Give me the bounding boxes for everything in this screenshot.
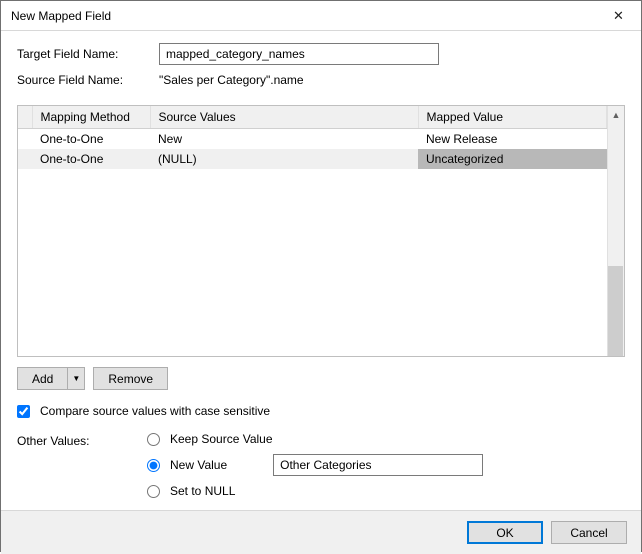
cell-mapped-value: Uncategorized bbox=[418, 149, 607, 169]
add-button-label: Add bbox=[18, 368, 68, 389]
other-values-section: Other Values: Keep Source Value New Valu… bbox=[17, 432, 625, 498]
table-header-row: Mapping Method Source Values Mapped Valu… bbox=[18, 106, 607, 129]
table-buttons-row: Add ▼ Remove bbox=[17, 367, 625, 390]
chevron-down-icon: ▼ bbox=[72, 374, 80, 383]
mapping-table[interactable]: Mapping Method Source Values Mapped Valu… bbox=[18, 106, 607, 356]
mapping-table-container: Mapping Method Source Values Mapped Valu… bbox=[17, 105, 625, 357]
table-row[interactable]: One-to-One New New Release bbox=[18, 129, 607, 150]
col-mapping-method-header[interactable]: Mapping Method bbox=[32, 106, 150, 129]
target-field-input[interactable] bbox=[159, 43, 439, 65]
dialog-window: New Mapped Field ✕ Target Field Name: So… bbox=[0, 0, 642, 552]
col-mapped-value-header[interactable]: Mapped Value bbox=[418, 106, 607, 129]
scroll-up-icon[interactable]: ▲ bbox=[612, 108, 621, 122]
case-sensitive-checkbox[interactable] bbox=[17, 405, 30, 418]
titlebar: New Mapped Field ✕ bbox=[1, 1, 641, 31]
cell-source-value: New bbox=[150, 129, 418, 150]
cancel-button[interactable]: Cancel bbox=[551, 521, 627, 544]
window-title: New Mapped Field bbox=[11, 9, 111, 23]
radio-new-value-label[interactable]: New Value bbox=[170, 458, 227, 472]
cell-mapping-method: One-to-One bbox=[32, 129, 150, 150]
dialog-footer: OK Cancel bbox=[1, 510, 641, 554]
source-field-label: Source Field Name: bbox=[17, 73, 159, 87]
radio-set-null-label[interactable]: Set to NULL bbox=[170, 484, 235, 498]
col-source-values-header[interactable]: Source Values bbox=[150, 106, 418, 129]
radio-new-value[interactable] bbox=[147, 459, 160, 472]
source-field-value: "Sales per Category".name bbox=[159, 73, 304, 87]
target-field-row: Target Field Name: bbox=[17, 43, 625, 65]
ok-button[interactable]: OK bbox=[467, 521, 543, 544]
add-split-button[interactable]: Add ▼ bbox=[17, 367, 85, 390]
new-value-input[interactable] bbox=[273, 454, 483, 476]
target-field-label: Target Field Name: bbox=[17, 47, 159, 61]
dialog-content: Target Field Name: Source Field Name: "S… bbox=[1, 31, 641, 510]
cell-mapped-value: New Release bbox=[418, 129, 607, 150]
radio-keep-source-label[interactable]: Keep Source Value bbox=[170, 432, 273, 446]
case-sensitive-row: Compare source values with case sensitiv… bbox=[17, 404, 625, 418]
case-sensitive-label[interactable]: Compare source values with case sensitiv… bbox=[40, 404, 270, 418]
table-row[interactable]: One-to-One (NULL) Uncategorized bbox=[18, 149, 607, 169]
cell-mapping-method: One-to-One bbox=[32, 149, 150, 169]
remove-button[interactable]: Remove bbox=[93, 367, 168, 390]
other-values-label: Other Values: bbox=[17, 432, 147, 498]
radio-set-null[interactable] bbox=[147, 485, 160, 498]
col-handle-header bbox=[18, 106, 32, 129]
radio-keep-source[interactable] bbox=[147, 433, 160, 446]
close-button[interactable]: ✕ bbox=[596, 1, 641, 30]
source-field-row: Source Field Name: "Sales per Category".… bbox=[17, 73, 625, 87]
other-values-radio-group: Keep Source Value New Value Set to NULL bbox=[147, 432, 483, 498]
add-dropdown-arrow[interactable]: ▼ bbox=[68, 368, 84, 389]
scroll-thumb[interactable] bbox=[608, 266, 623, 356]
close-icon: ✕ bbox=[613, 8, 624, 24]
cell-source-value: (NULL) bbox=[150, 149, 418, 169]
